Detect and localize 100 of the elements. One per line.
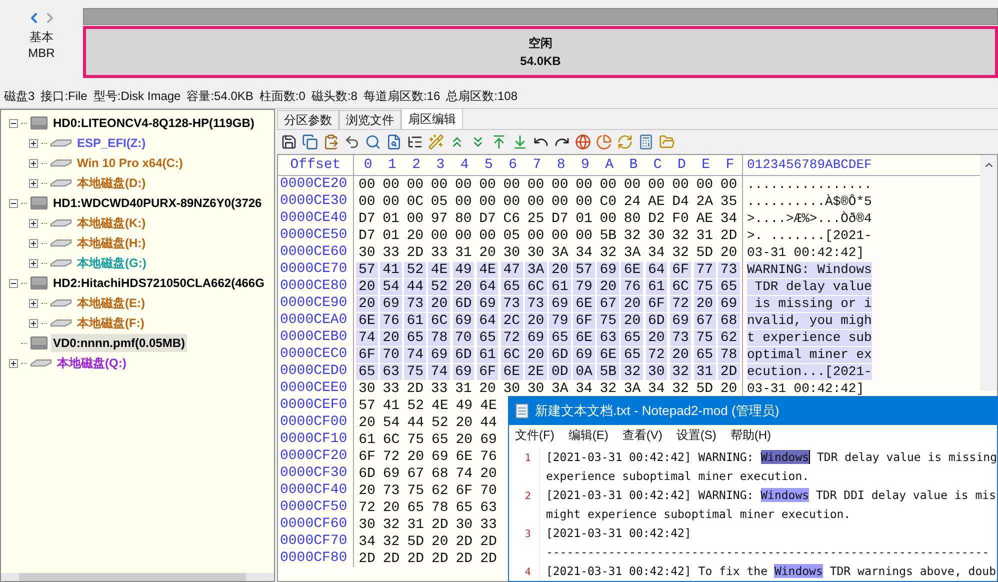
globe-icon[interactable] [575, 134, 591, 150]
hex-byte: 00 [550, 228, 570, 244]
tree-item[interactable]: 本地磁盘(D:) [75, 174, 148, 192]
offset-cell-text: 0000CF30 [279, 464, 348, 483]
pie-chart-icon[interactable] [596, 134, 612, 150]
folder-icon[interactable] [659, 134, 675, 150]
hex-byte: 5D [695, 244, 714, 260]
offset-header: Offset [289, 156, 342, 174]
hex-byte: 68 [718, 312, 740, 328]
text-line: [2021-03-31 00:42:42] [546, 525, 692, 542]
hex-byte: 2D [719, 228, 738, 244]
save-icon[interactable] [281, 134, 297, 150]
tab[interactable]: 扇区编辑 [401, 108, 463, 129]
menu-item[interactable]: 查看(V) [622, 426, 662, 444]
expand-toggle-icon[interactable] [9, 358, 18, 368]
undo-icon[interactable] [344, 134, 360, 150]
tree-item[interactable]: 本地磁盘(F:) [75, 314, 146, 332]
ascii-header: 0123456789ABCDEF [746, 156, 872, 174]
expand-toggle-icon[interactable] [29, 298, 38, 308]
collapse-toggle-icon[interactable] [9, 118, 18, 128]
hex-byte: 30 [646, 364, 668, 380]
expand-toggle-icon[interactable] [29, 178, 38, 188]
hex-byte: 20 [524, 346, 547, 362]
paste-icon[interactable] [323, 134, 339, 150]
menu-item[interactable]: 编辑(E) [568, 426, 608, 444]
search-icon[interactable] [365, 134, 381, 150]
tab[interactable]: 分区参数 [277, 110, 339, 129]
window-title: 新建文本文档.txt - Notepad2-mod (管理员) [535, 402, 780, 420]
hex-byte: 00 [430, 228, 449, 244]
vertical-scrollbar[interactable] [980, 155, 997, 391]
line-number: 1 [524, 453, 531, 464]
hex-byte: 3A [622, 380, 642, 396]
hex-byte: 20 [646, 330, 668, 346]
expand-toggle-icon[interactable] [29, 138, 38, 148]
copy-icon[interactable] [302, 134, 318, 150]
tree-item[interactable]: 本地磁盘(H:) [75, 234, 148, 252]
hex-byte: 34 [719, 210, 738, 226]
hex-byte: 52 [428, 278, 450, 294]
collapse-toggle-icon[interactable] [9, 278, 18, 288]
hex-byte: 20 [597, 278, 620, 294]
menu-item[interactable]: 帮助(H) [730, 426, 771, 444]
offset-cell-text: 0000CE30 [279, 192, 348, 211]
tree-item[interactable]: VD0:nnnn.pmf(0.05MB) [51, 334, 187, 352]
hex-byte: 20 [478, 380, 497, 396]
wand-icon[interactable] [428, 134, 444, 150]
text-line: ---------------------------------------------------------------- [546, 544, 990, 561]
hex-byte: 6F [670, 262, 692, 278]
drive-icon [50, 159, 72, 167]
refresh-icon[interactable] [617, 134, 633, 150]
hex-byte: 32 [382, 534, 401, 550]
column-header: B [628, 156, 639, 174]
hex-byte: 70 [479, 482, 498, 498]
hex-byte: 64 [476, 278, 498, 294]
file-search-icon[interactable] [386, 134, 402, 150]
hex-byte: 34 [647, 380, 666, 396]
hex-byte: 75 [694, 278, 716, 294]
hex-byte: 69 [382, 466, 401, 482]
hex-byte: 65 [430, 432, 450, 448]
column-header: 7 [532, 156, 542, 174]
tree-item[interactable]: HD0:LITEONCV4-8Q128-HP(119GB) [51, 114, 256, 132]
hex-byte: 80 [622, 210, 642, 226]
tree-item[interactable]: 本地磁盘(E:) [75, 294, 147, 312]
tree-item[interactable]: HD2:HitachiHDS721050CLA662(466G [51, 274, 266, 292]
drive-icon [30, 359, 52, 367]
tree-item[interactable]: ESP_EFI(Z:) [75, 134, 148, 152]
tree-item[interactable]: 本地磁盘(K:) [75, 214, 148, 232]
partition-label: 空闲 [528, 35, 552, 52]
hex-byte: 4E [430, 398, 450, 414]
hex-byte: 69 [452, 364, 474, 380]
hex-byte: 69 [476, 296, 498, 312]
partition-block[interactable]: 空闲 54.0KB [83, 26, 998, 78]
tab[interactable]: 浏览文件 [339, 110, 401, 129]
tree-item[interactable]: Win 10 Pro x64(C:) [75, 154, 185, 172]
calculator-icon[interactable] [638, 134, 654, 150]
hex-byte: AE [647, 194, 666, 210]
hex-byte: 65 [718, 278, 740, 294]
collapse-toggle-icon[interactable] [9, 198, 18, 208]
hex-byte: 20 [694, 296, 716, 312]
menu-item[interactable]: 设置(S) [676, 426, 716, 444]
column-header: 6 [508, 156, 518, 174]
expand-toggle-icon[interactable] [29, 158, 38, 168]
hex-byte: 33 [479, 516, 498, 532]
expand-toggle-icon[interactable] [29, 318, 38, 328]
hex-byte: 00 [719, 176, 738, 192]
column-header: 9 [580, 156, 590, 174]
hex-byte: 65 [476, 330, 498, 346]
expand-toggle-icon[interactable] [29, 238, 38, 248]
last-icon[interactable] [512, 134, 528, 150]
hex-byte: 20 [406, 228, 425, 244]
hex-byte: 72 [382, 448, 401, 464]
hex-byte: 67 [597, 296, 620, 312]
list-icon[interactable] [407, 134, 423, 150]
expand-toggle-icon[interactable] [29, 218, 38, 228]
tree-item[interactable]: HD1:WDCWD40PURX-89NZ6Y0(3726 [51, 194, 264, 212]
expand-toggle-icon[interactable] [29, 258, 38, 268]
horizontal-scrollbar[interactable] [1, 573, 274, 581]
tree-item[interactable]: 本地磁盘(Q:) [55, 354, 128, 372]
menu-item[interactable]: 文件(F) [515, 426, 554, 444]
hex-byte: 20 [621, 312, 644, 328]
first-icon[interactable] [491, 134, 507, 150]
